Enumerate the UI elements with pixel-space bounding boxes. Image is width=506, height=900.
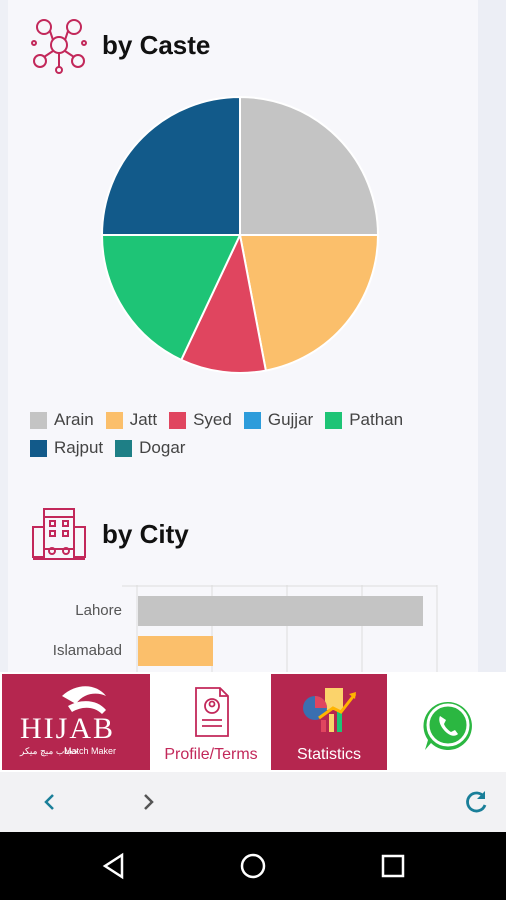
profile-document-icon: [195, 687, 229, 737]
bar-label-lahore: Lahore: [75, 602, 122, 619]
triangle-back-icon[interactable]: [98, 850, 130, 882]
square-recents-icon[interactable]: [377, 850, 409, 882]
legend-label: Arain: [54, 410, 94, 429]
legend-label: Jatt: [129, 410, 158, 429]
legend-swatch: [115, 439, 133, 457]
legend-item-syed[interactable]: Syed: [169, 410, 232, 430]
caste-section-title: by Caste: [102, 29, 211, 60]
legend-label: Syed: [193, 410, 232, 429]
legend-label: Gujjar: [267, 410, 314, 429]
legend-item-jatt[interactable]: Jatt: [105, 410, 158, 430]
hijab-logo-tab[interactable]: HIJAB Match Maker حجاب میچ میکر: [2, 674, 150, 770]
pie-slice-rajput[interactable]: [100, 95, 241, 236]
main-content: by Caste Arain Jatt Syed Gujjar Pathan Rajput…: [0, 0, 506, 672]
legend-label: Rajput: [54, 438, 104, 457]
caste-legend: Arain Jatt Syed Gujjar Pathan Rajput Dogar: [30, 406, 450, 462]
chevron-left-icon[interactable]: [34, 786, 66, 818]
legend-item-dogar[interactable]: Dogar: [115, 438, 185, 458]
legend-item-arain[interactable]: Arain: [30, 410, 94, 430]
circle-home-icon[interactable]: [237, 850, 269, 882]
legend-label: Dogar: [139, 438, 186, 457]
bar-islamabad[interactable]: [138, 636, 213, 666]
scroll-track[interactable]: [478, 0, 506, 672]
app-bottom-nav: HIJAB Match Maker حجاب میچ میکر Profile/…: [0, 672, 506, 772]
browser-toolbar: [0, 772, 506, 832]
reload-icon[interactable]: [460, 786, 492, 818]
profile-terms-label: Profile/Terms: [164, 746, 258, 763]
caste-section-header: by Caste: [30, 15, 210, 75]
bar-lahore[interactable]: [138, 596, 423, 626]
logo-text: HIJAB: [20, 712, 116, 745]
profile-terms-tab[interactable]: Profile/Terms: [154, 674, 268, 770]
statistics-chart-icon: [303, 688, 357, 732]
legend-swatch: [325, 411, 343, 429]
city-section-title: by City: [102, 518, 189, 549]
whatsapp-tab[interactable]: [390, 674, 506, 770]
network-people-icon: [31, 19, 87, 74]
city-buildings-icon: [32, 508, 86, 560]
system-nav-bar: [0, 832, 506, 900]
logo-urdu-text: حجاب میچ میکر: [20, 746, 79, 756]
legend-swatch: [243, 411, 261, 429]
legend-swatch: [30, 439, 47, 457]
legend-swatch: [30, 411, 47, 429]
statistics-label: Statistics: [296, 746, 361, 763]
city-section-header: by City: [30, 505, 189, 563]
pie-slice-arain[interactable]: [239, 95, 380, 236]
legend-item-rajput[interactable]: Rajput: [30, 438, 103, 458]
bar-label-islamabad: Islamabad: [53, 642, 122, 659]
caste-pie-chart: [100, 95, 380, 374]
statistics-tab[interactable]: Statistics: [271, 674, 387, 770]
whatsapp-icon: [423, 701, 472, 750]
legend-swatch: [169, 411, 187, 429]
city-bar-chart: Lahore Islamabad: [53, 585, 438, 672]
legend-item-pathan[interactable]: Pathan: [325, 410, 403, 430]
chevron-right-icon[interactable]: [132, 786, 164, 818]
legend-label: Pathan: [349, 410, 404, 429]
legend-swatch: [105, 411, 123, 429]
legend-item-gujjar[interactable]: Gujjar: [243, 410, 314, 430]
